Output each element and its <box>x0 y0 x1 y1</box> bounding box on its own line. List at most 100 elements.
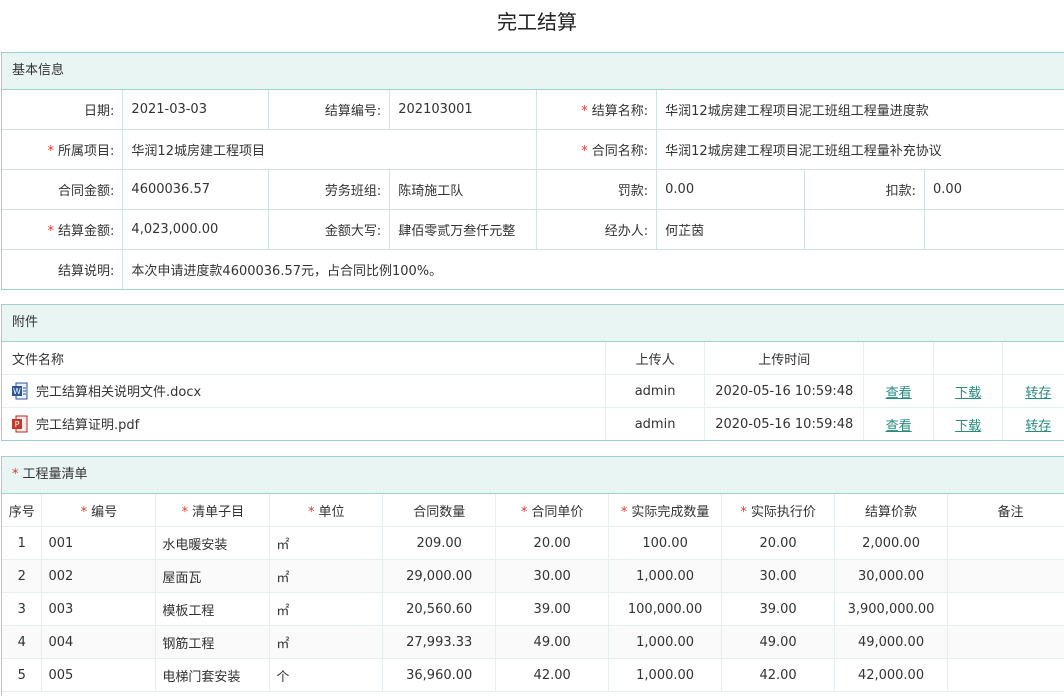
settlement-name-label: 结算名称: <box>591 104 649 119</box>
boq-cell-remark <box>947 526 1064 560</box>
settlement-code-label: 结算编号: <box>268 90 391 130</box>
attachment-uploader: admin <box>605 407 706 440</box>
settlement-name-value: 华润12城房建工程项目泥工班组工程量进度款 <box>656 90 1064 130</box>
col-contract-qty: 合同数量 <box>382 494 497 527</box>
attachments-header-row: 文件名称 上传人 上传时间 <box>2 342 1064 375</box>
settlement-name-label-cell: * 结算名称: <box>536 90 658 130</box>
col-seq: 序号 <box>2 494 43 527</box>
boq-cell-settle-price: 3,900,000.00 <box>834 592 949 626</box>
boq-cell-remark <box>947 559 1064 593</box>
svg-text:P: P <box>15 420 20 429</box>
boq-row: 2 002 屋面瓦㎡ 29,000.00 30.00 1,000.00 30.00 30,00… <box>2 559 1064 593</box>
attachment-time: 2020-05-16 10:59:48 <box>704 374 865 408</box>
col-actual-qty: 实际完成数量 <box>631 504 710 520</box>
attachments-panel: 附件 文件名称 上传人 上传时间 W 完工结算相关说明文件.docx admin… <box>1 304 1064 441</box>
boq-cell-seq: 3 <box>2 592 43 626</box>
contract-amount-value: 4600036.57 <box>122 169 270 210</box>
boq-cell-code: 002 <box>41 559 157 593</box>
basic-info-table: 日期: 2021-03-03 结算编号: 202103001 * 结算名称: 华润… <box>2 90 1064 289</box>
view-link[interactable]: 查看 <box>886 419 912 434</box>
download-link[interactable]: 下载 <box>955 386 981 401</box>
basic-info-panel: 基本信息 日期: 2021-03-03 结算编号: 202103001 * 结算名… <box>1 52 1064 290</box>
attachments-header: 附件 <box>2 305 1064 342</box>
boq-cell-actual-price: 49.00 <box>721 625 836 659</box>
required-mark: * <box>308 504 315 520</box>
col-code: 编号 <box>91 504 118 520</box>
basic-info-header: 基本信息 <box>2 53 1064 90</box>
word-file-icon: W <box>12 382 28 400</box>
required-mark: * <box>581 104 588 119</box>
boq-header-cell: * 工程量清单 <box>2 457 1064 494</box>
required-mark: * <box>47 224 55 239</box>
boq-cell-seq: 4 <box>2 625 43 659</box>
download-link[interactable]: 下载 <box>955 419 981 434</box>
boq-cell-code: 003 <box>41 592 157 626</box>
attachments-table: 文件名称 上传人 上传时间 W 完工结算相关说明文件.docx admin 20… <box>2 342 1064 440</box>
boq-cell-actual-qty: 1,000.00 <box>608 559 723 593</box>
transfer-link[interactable]: 转存 <box>1025 419 1051 434</box>
boq-cell-actual-price: 39.00 <box>721 592 836 626</box>
boq-cell-contract-qty: 209.00 <box>382 526 497 560</box>
required-mark: * <box>80 504 88 520</box>
settlement-amount-label-cell: * 结算金额: <box>2 209 124 250</box>
labor-team-value: 陈琦施工队 <box>389 169 538 210</box>
boq-cell-settle-price: 30,000.00 <box>834 559 949 593</box>
boq-cell-item: 钢筋工程 <box>155 625 271 659</box>
contract-name-label-cell: * 合同名称: <box>536 129 658 170</box>
attachment-name-cell: P 完工结算证明.pdf <box>2 407 606 440</box>
penalty-label: 罚款: <box>536 169 658 210</box>
date-label: 日期: <box>2 90 124 130</box>
boq-cell-settle-price: 2,000.00 <box>834 526 949 560</box>
col-settle-price: 结算价款 <box>834 494 949 527</box>
date-value: 2021-03-03 <box>122 90 270 130</box>
project-label-cell: * 所属项目: <box>2 129 124 170</box>
transfer-link[interactable]: 转存 <box>1025 386 1051 401</box>
boq-cell-actual-qty: 1,000.00 <box>608 625 723 659</box>
boq-row: 1 001 水电暖安装㎡ 209.00 20.00 100.00 20.00 2,000.00 <box>2 526 1064 560</box>
boq-cell-unit: ㎡ <box>269 592 384 626</box>
boq-cell-item: 模板工程 <box>155 592 271 626</box>
boq-cell-contract-price: 49.00 <box>495 625 610 659</box>
attachment-row: W 完工结算相关说明文件.docx admin 2020-05-16 10:59… <box>2 374 1064 408</box>
attachment-uploader: admin <box>605 374 706 408</box>
boq-row: 3 003 模板工程㎡ 20,560.60 39.00 100,000.00 39.00 3,… <box>2 592 1064 626</box>
boq-panel: * 工程量清单 序号 * 编号 * 清单子目 * 单位 合同数量 * 合同单价 * 实际完成… <box>1 456 1064 696</box>
pdf-file-icon: P <box>12 415 28 433</box>
boq-cell-actual-price: 20.00 <box>721 526 836 560</box>
boq-cell-item: 水电暖安装 <box>155 526 271 560</box>
svg-text:W: W <box>13 387 21 396</box>
view-link[interactable]: 查看 <box>886 386 912 401</box>
boq-cell-unit: ㎡ <box>269 625 384 659</box>
col-contract-price: 合同单价 <box>531 504 584 520</box>
required-mark: * <box>12 467 19 482</box>
attachment-file-name: 完工结算证明.pdf <box>36 417 140 433</box>
boq-cell-settle-price: 49,000.00 <box>834 625 949 659</box>
col-file-name: 文件名称 <box>2 342 606 375</box>
labor-team-label: 劳务班组: <box>268 169 391 210</box>
amount-in-words-value: 肆佰零贰万叁仟元整 <box>389 209 538 250</box>
required-mark: * <box>740 504 747 520</box>
contract-name-label: 合同名称: <box>591 144 649 159</box>
boq-cell-actual-qty: 100.00 <box>608 526 723 560</box>
boq-cell-contract-qty: 29,000.00 <box>382 559 497 593</box>
boq-cell-unit: ㎡ <box>269 526 384 560</box>
boq-cell-remark <box>947 625 1064 659</box>
boq-cell-remark <box>947 592 1064 626</box>
boq-header: 工程量清单 <box>22 467 88 482</box>
amount-in-words-label: 金额大写: <box>268 209 391 250</box>
boq-cell-actual-qty: 100,000.00 <box>608 592 723 626</box>
settlement-desc-label: 结算说明: <box>2 249 124 289</box>
boq-cell-code: 004 <box>41 625 157 659</box>
col-actual-price: 实际执行价 <box>750 504 816 520</box>
penalty-value: 0.00 <box>656 169 806 210</box>
empty-cell <box>804 209 926 250</box>
settlement-amount-label: 结算金额: <box>58 224 115 239</box>
boq-cell-code: 001 <box>41 526 157 560</box>
boq-cell-contract-price: 39.00 <box>495 592 610 626</box>
required-mark: * <box>581 144 588 159</box>
attachment-time: 2020-05-16 10:59:48 <box>704 407 865 440</box>
boq-cell-contract-price: 30.00 <box>495 559 610 593</box>
boq-cell-seq: 2 <box>2 559 43 593</box>
boq-cell-contract-qty: 20,560.60 <box>382 592 497 626</box>
required-mark: * <box>620 504 628 520</box>
